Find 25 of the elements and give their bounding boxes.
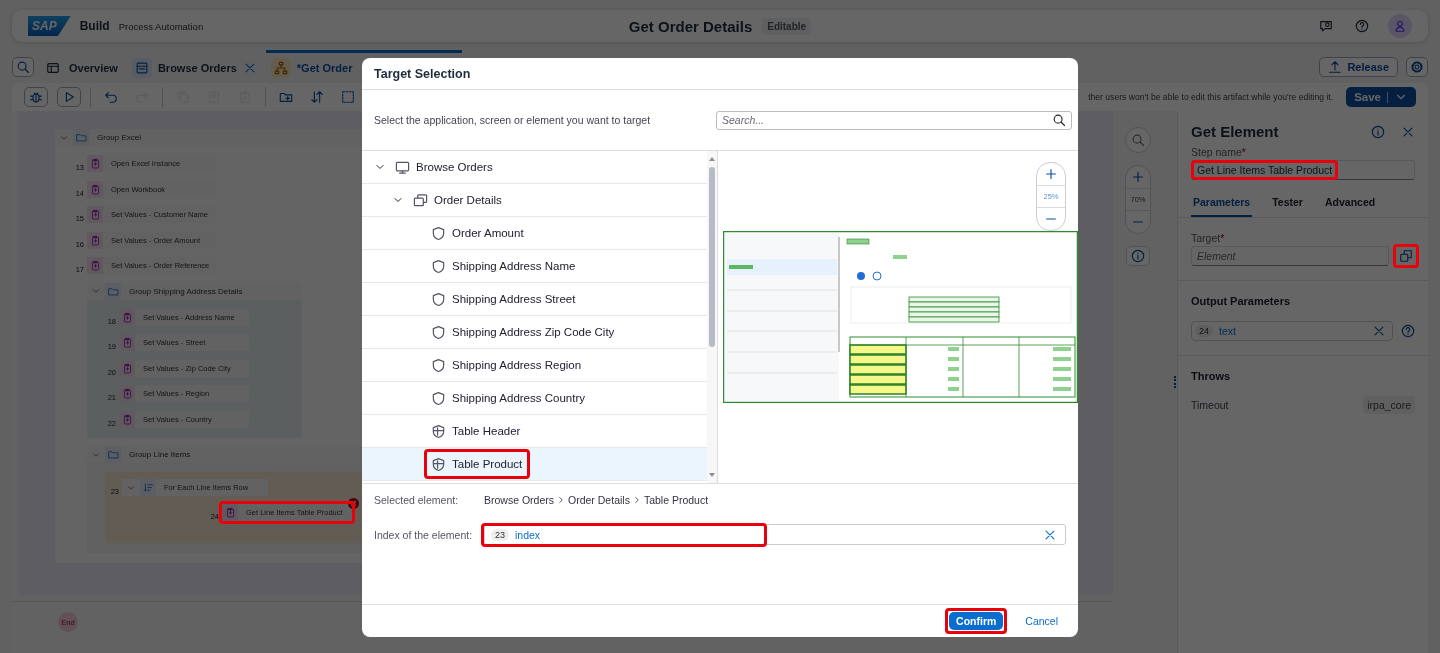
library-tag: irpa_core bbox=[1363, 396, 1415, 414]
breadcrumb-item: Table Product bbox=[643, 494, 709, 506]
status-tag: Editable bbox=[762, 17, 812, 35]
panel-title: Get Element bbox=[1191, 123, 1280, 140]
field-label: Target bbox=[1191, 232, 1221, 244]
product-subtitle: Process Automation bbox=[118, 20, 204, 32]
dialog-title: Target Selection bbox=[374, 66, 471, 81]
field-label: Selected element: bbox=[374, 494, 460, 506]
step-number-badge: 24 bbox=[1195, 325, 1213, 337]
field-label: Step name bbox=[1191, 146, 1242, 158]
variable-name: text bbox=[1219, 325, 1236, 337]
step-number-badge: 23 bbox=[491, 528, 509, 541]
section-title: Throws bbox=[1191, 370, 1232, 382]
breadcrumb-item: Order Details bbox=[568, 494, 630, 506]
breadcrumb-item: Browse Orders bbox=[484, 494, 555, 506]
instruction-text: Select the application, screen or element you want to target bbox=[374, 114, 651, 126]
required-mark: * bbox=[1241, 146, 1246, 158]
section-title: Output Parameters bbox=[1191, 295, 1292, 307]
variable-name: index bbox=[515, 528, 541, 541]
document-title: Get Order Details bbox=[628, 17, 753, 35]
field-label: Index of the element: bbox=[374, 528, 474, 541]
exception-name: Timeout bbox=[1191, 399, 1229, 411]
required-mark: * bbox=[1220, 232, 1225, 244]
product-name: Build bbox=[79, 19, 110, 33]
lock-notice: ther users won't be able to edit this artifact while you're editing it. bbox=[1088, 92, 1334, 102]
